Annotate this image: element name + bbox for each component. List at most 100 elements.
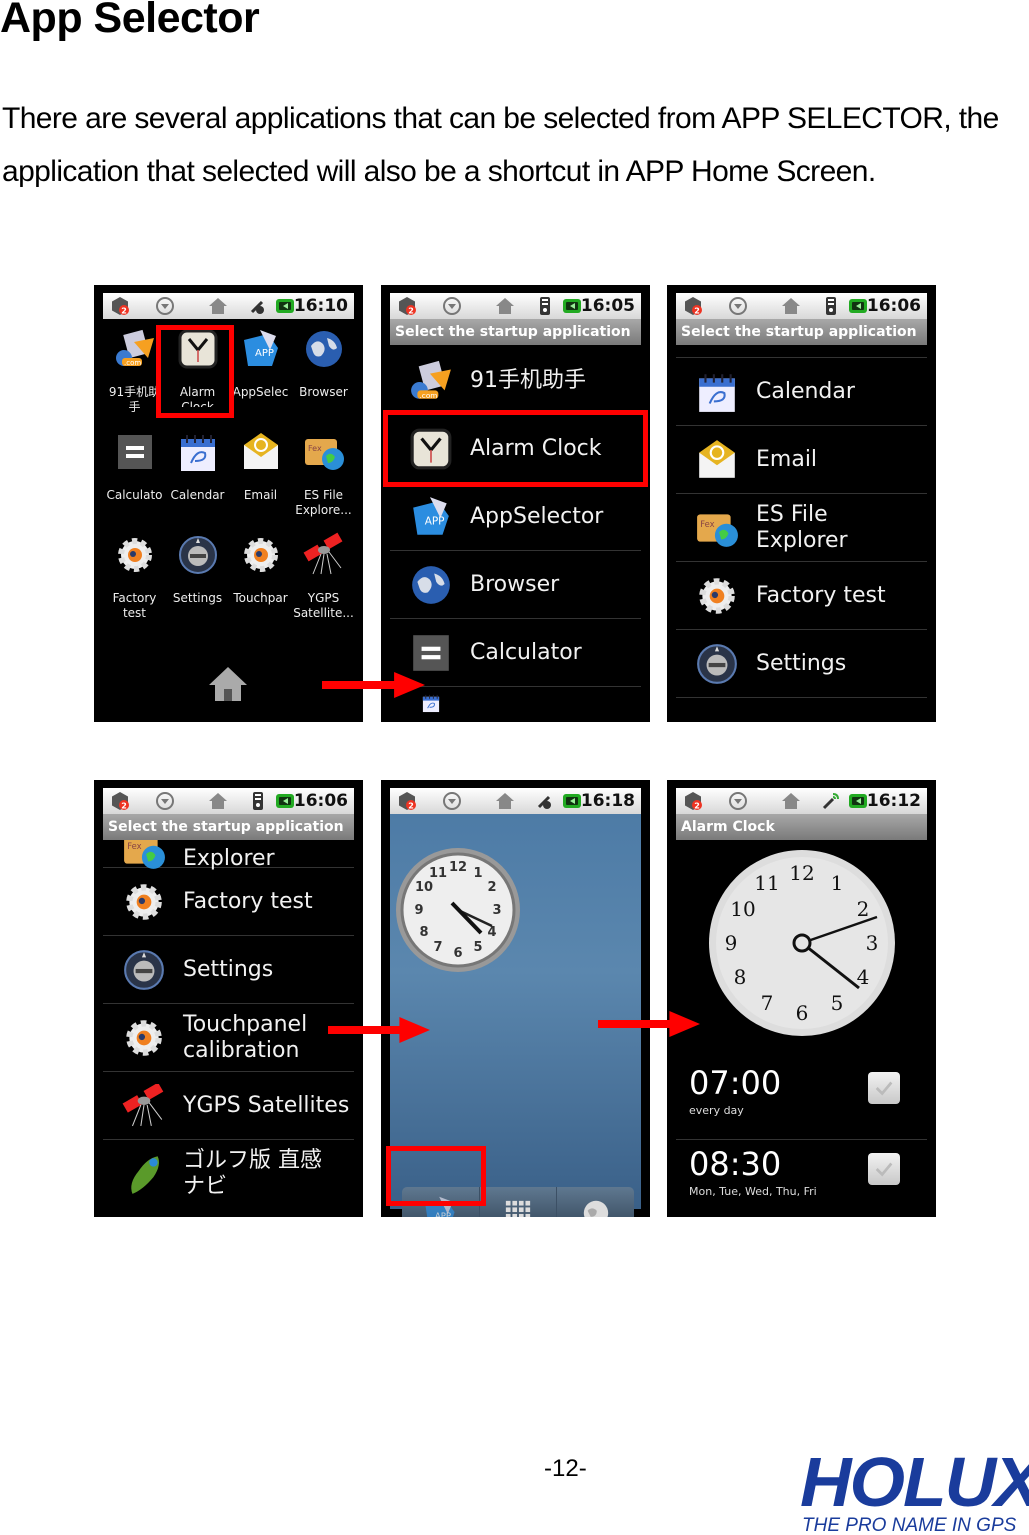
download-icon: [442, 791, 462, 811]
dock-all-apps-button[interactable]: [480, 1187, 558, 1217]
red-arrow-icon: [328, 1017, 430, 1043]
notification-badge-icon: [110, 791, 130, 811]
list-item[interactable]: [390, 687, 641, 722]
factory-test-gear-icon: [694, 574, 740, 618]
status-bar: 16:12: [676, 788, 927, 814]
list-item[interactable]: AppSelector: [390, 483, 641, 551]
list-item[interactable]: Touchpanel calibration: [103, 1004, 354, 1072]
list-item-label: AppSelector: [470, 503, 604, 529]
list-item-label: Settings: [756, 650, 847, 676]
list-item-label: Browser: [470, 571, 560, 597]
settings-icon: [121, 948, 167, 992]
app-selector-icon: [408, 495, 454, 539]
svg-text:3: 3: [492, 903, 501, 918]
red-arrow-icon: [598, 1011, 700, 1037]
home-icon: [208, 791, 228, 811]
download-icon: [155, 296, 175, 316]
browser-globe-icon: [408, 563, 454, 607]
list-item[interactable]: Factory test: [676, 562, 927, 630]
analog-clock-widget[interactable]: 12 12 3 45678 9 1011: [394, 846, 522, 974]
svg-text:11: 11: [429, 866, 447, 881]
list-item[interactable]: Settings: [103, 936, 354, 1004]
gps-signal-icon: [535, 791, 555, 811]
alarm-time: 08:30: [689, 1145, 782, 1183]
alarm-repeat: Mon, Tue, Wed, Thu, Fri: [689, 1185, 817, 1198]
status-bar: 16:18: [390, 788, 641, 814]
list-item[interactable]: ES File Explorer: [676, 494, 927, 562]
gps-signal-icon: [821, 791, 841, 811]
svg-text:10: 10: [730, 897, 755, 921]
download-icon: [155, 791, 175, 811]
svg-text:1: 1: [831, 871, 844, 895]
factory-test-gear-icon: [121, 880, 167, 924]
status-bar: 16:05: [390, 293, 641, 319]
touchpanel-gear-icon: [121, 1016, 167, 1060]
alarm-item[interactable]: 07:00 every day: [676, 1060, 927, 1140]
alarm-enable-checkbox[interactable]: [868, 1072, 900, 1104]
screenshot-startup-list-2: 16:06 Select the startup application Cal…: [667, 285, 936, 722]
logo-wordmark: HOLUX: [800, 1443, 1029, 1521]
svg-text:1: 1: [473, 866, 482, 881]
app-title: Alarm Clock: [676, 814, 927, 840]
home-icon: [495, 296, 515, 316]
calendar-icon: [177, 428, 219, 476]
notification-badge-icon: [397, 296, 417, 316]
intro-paragraph: There are several applications that can …: [2, 102, 999, 188]
app-label: YGPS Satellite...: [293, 591, 354, 620]
home-button-icon[interactable]: [207, 665, 249, 703]
list-item[interactable]: ゴルフ版 直感 ナビ: [103, 1140, 354, 1208]
list-item-label: Settings: [183, 956, 274, 982]
list-item-label: Factory test: [756, 582, 886, 608]
app-list: 91手机助手 Alarm Clock AppSelector Browser C…: [390, 347, 641, 722]
svg-text:5: 5: [473, 940, 482, 955]
notification-badge-icon: [397, 791, 417, 811]
alarm-enable-checkbox[interactable]: [868, 1153, 900, 1185]
alarm-analog-clock: 12 12 3 45678 9 1011: [709, 850, 895, 1036]
holux-logo: HOLUX THE PRO NAME IN GPS: [800, 1443, 1029, 1535]
status-time: 16:05: [580, 296, 635, 316]
golf-navi-icon: [121, 1152, 167, 1196]
app-grid-icon: [504, 1199, 532, 1217]
status-time: 16:18: [580, 791, 635, 811]
app-label: Touchpar: [233, 591, 288, 605]
calculator-icon: [114, 428, 156, 476]
calculator-icon: [408, 631, 454, 675]
list-item[interactable]: Email: [676, 426, 927, 494]
home-icon: [781, 296, 801, 316]
alarm-item[interactable]: 08:30 Mon, Tue, Wed, Thu, Fri: [676, 1141, 927, 1217]
svg-text:10: 10: [415, 880, 433, 895]
list-item-label: ES File Explorer: [756, 501, 848, 553]
list-item[interactable]: Browser: [390, 551, 641, 619]
screenshot-alarm-clock: 16:12 Alarm Clock 12 1 2 3 4 5 6 7 8 9 10 11 07:00 …: [667, 780, 936, 1217]
svg-text:12: 12: [449, 860, 467, 875]
list-item-label: Calculator: [470, 639, 582, 665]
app-list: Explorer Factory test Settings Touchpane…: [103, 800, 354, 1208]
app-selector-icon: [240, 325, 282, 373]
page-number: -12-: [544, 1455, 587, 1482]
list-item[interactable]: Calculator: [390, 619, 641, 687]
app-label: Browser: [299, 385, 348, 399]
screenshot-home-screen: 16:18 12 1 2 3 4 5 6 7 8 9 10 11: [381, 780, 650, 1217]
list-item[interactable]: 91手机助手: [390, 347, 641, 415]
svg-text:6: 6: [796, 1001, 809, 1025]
checkmark-icon: [873, 1077, 895, 1099]
status-bar: 16:06: [103, 788, 354, 814]
screenshot-startup-list-1: 16:05 Select the startup application 91手…: [381, 285, 650, 722]
app-label: Email: [243, 488, 278, 502]
satellite-icon: [303, 531, 345, 579]
svg-text:12: 12: [789, 861, 814, 885]
list-item[interactable]: YGPS Satellites: [103, 1072, 354, 1140]
dock-browser-button[interactable]: [557, 1187, 634, 1217]
list-item[interactable]: Calendar: [676, 358, 927, 426]
settings-icon: [177, 531, 219, 579]
app-label: Settings: [172, 591, 223, 605]
battery-icon: [275, 791, 295, 811]
list-item[interactable]: Factory test: [103, 868, 354, 936]
svg-text:9: 9: [414, 903, 423, 918]
notification-badge-icon: [683, 791, 703, 811]
dialog-title: Select the startup application: [676, 319, 927, 345]
list-item[interactable]: Settings: [676, 630, 927, 698]
wifi-icon: [248, 791, 268, 811]
battery-icon: [275, 296, 295, 316]
dialog-title: Select the startup application: [390, 319, 641, 345]
